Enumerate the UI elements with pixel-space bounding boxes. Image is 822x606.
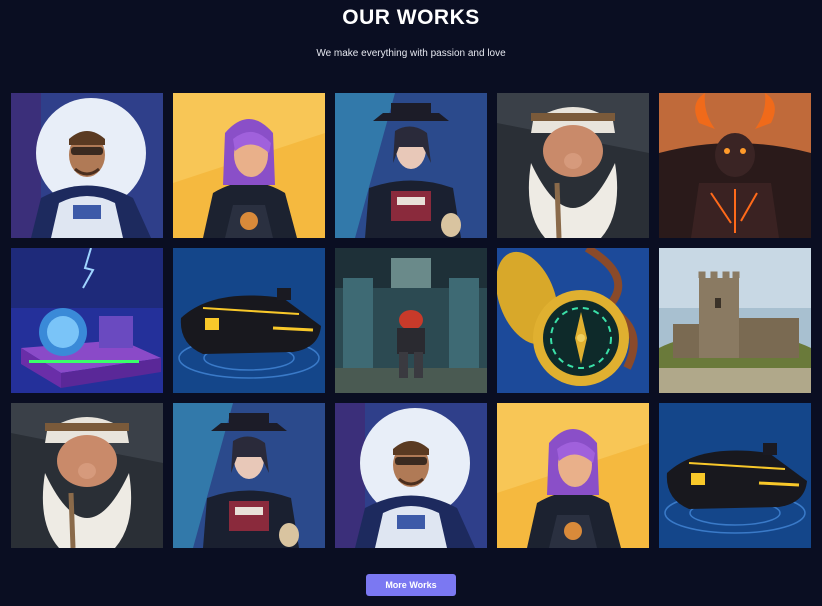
gunslinger-woman-portrait-icon: [335, 93, 487, 238]
robot-warrior-icon: [335, 248, 487, 393]
page-title: OUR WORKS: [342, 6, 480, 29]
more-works-button[interactable]: More Works: [366, 574, 456, 596]
purple-hair-woman-portrait-icon: [497, 403, 649, 548]
hover-vehicle-icon: [173, 248, 325, 393]
purple-hair-woman-portrait-icon: [173, 93, 325, 238]
hover-vehicle-icon: [659, 403, 811, 548]
gallery-item[interactable]: [173, 93, 325, 238]
gallery-item[interactable]: [335, 248, 487, 393]
dwarf-portrait-icon: [497, 93, 649, 238]
gallery-item[interactable]: [497, 403, 649, 548]
gallery-item[interactable]: [659, 248, 811, 393]
gallery-item[interactable]: [497, 248, 649, 393]
works-gallery: [11, 93, 811, 548]
gallery-item[interactable]: [659, 403, 811, 548]
gallery-item[interactable]: [173, 403, 325, 548]
stone-castle-icon: [659, 248, 811, 393]
dwarf-portrait-icon: [11, 403, 163, 548]
neon-machine-icon: [11, 248, 163, 393]
page-subtitle: We make everything with passion and love: [316, 48, 506, 59]
gallery-item[interactable]: [497, 93, 649, 238]
gallery-item[interactable]: [173, 248, 325, 393]
fire-demon-icon: [659, 93, 811, 238]
gallery-item[interactable]: [659, 93, 811, 238]
gallery-item[interactable]: [335, 403, 487, 548]
gunslinger-woman-portrait-icon: [173, 403, 325, 548]
gallery-item[interactable]: [11, 403, 163, 548]
gallery-item[interactable]: [335, 93, 487, 238]
gallery-item[interactable]: [11, 248, 163, 393]
gallery-item[interactable]: [11, 93, 163, 238]
golden-compass-icon: [497, 248, 649, 393]
astronaut-portrait-icon: [335, 403, 487, 548]
astronaut-portrait-icon: [11, 93, 163, 238]
